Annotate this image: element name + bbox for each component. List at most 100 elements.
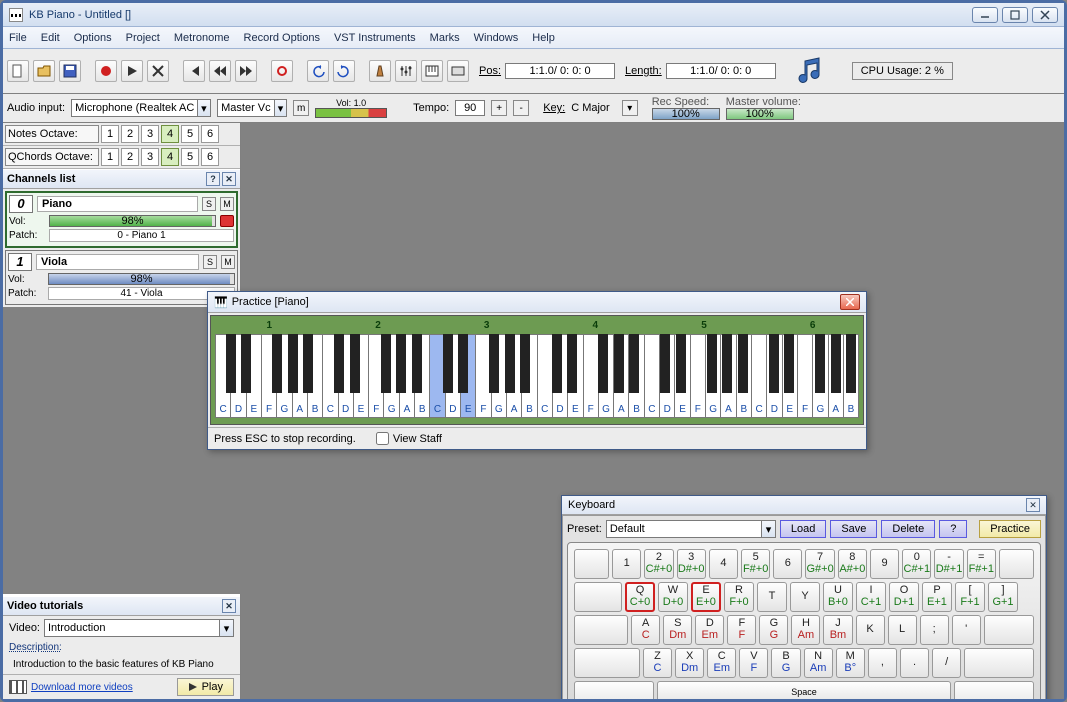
metronome-button[interactable]	[369, 60, 391, 82]
key-z[interactable]: ZC	[643, 648, 672, 678]
undo-button[interactable]	[307, 60, 329, 82]
black-key[interactable]	[458, 334, 468, 393]
play-button[interactable]	[121, 60, 143, 82]
black-key[interactable]	[350, 334, 360, 393]
white-key[interactable]: C	[537, 334, 552, 418]
key-m[interactable]: MB°	[836, 648, 865, 678]
menu-edit[interactable]: Edit	[41, 32, 60, 44]
mute-button[interactable]: M	[220, 197, 234, 211]
key-i[interactable]: IC+1	[856, 582, 886, 612]
key-0[interactable]: 0C#+1	[902, 549, 931, 579]
key-'[interactable]: '	[952, 615, 981, 645]
piano-keyboard[interactable]: CDEFGABCDEFGABCDEFGABCDEFGABCDEFGABCDEFG…	[210, 315, 864, 425]
vol-meter[interactable]	[315, 108, 387, 118]
black-key[interactable]	[598, 334, 608, 393]
black-key[interactable]	[707, 334, 717, 393]
black-key[interactable]	[272, 334, 282, 393]
key-blank[interactable]	[574, 582, 622, 612]
menu-metronome[interactable]: Metronome	[174, 32, 230, 44]
black-key[interactable]	[831, 334, 841, 393]
qchords-oct-5[interactable]: 5	[181, 148, 199, 166]
notes-oct-4[interactable]: 4	[161, 125, 179, 143]
white-key[interactable]: C	[644, 334, 659, 418]
black-key[interactable]	[815, 334, 825, 393]
channels-help-button[interactable]: ?	[206, 172, 220, 186]
key-3[interactable]: 3D#+0	[677, 549, 706, 579]
rewind-button[interactable]	[209, 60, 231, 82]
key-l[interactable]: L	[888, 615, 917, 645]
key-.[interactable]: .	[900, 648, 929, 678]
notes-oct-2[interactable]: 2	[121, 125, 139, 143]
channel-name[interactable]: Viola	[36, 254, 199, 270]
length-value[interactable]: 1:1.0/ 0: 0: 0	[666, 63, 776, 79]
key-t[interactable]: T	[757, 582, 787, 612]
record-indicator[interactable]	[220, 215, 234, 227]
black-key[interactable]	[288, 334, 298, 393]
key-6[interactable]: 6	[773, 549, 802, 579]
key-blank[interactable]	[999, 549, 1034, 579]
mixer-button[interactable]	[395, 60, 417, 82]
key-5[interactable]: 5F#+0	[741, 549, 770, 579]
m-button[interactable]: m	[293, 100, 309, 116]
key-blank[interactable]	[574, 681, 654, 699]
key-[[interactable]: [F+1	[955, 582, 985, 612]
key-space[interactable]: Space	[657, 681, 951, 699]
key-blank[interactable]	[574, 549, 609, 579]
white-key[interactable]: F	[797, 334, 812, 418]
video-select[interactable]: ▾	[44, 619, 234, 637]
key-s[interactable]: SDm	[663, 615, 692, 645]
black-key[interactable]	[520, 334, 530, 393]
qchords-oct-4[interactable]: 4	[161, 148, 179, 166]
menu-record-options[interactable]: Record Options	[244, 32, 320, 44]
key-f[interactable]: FF	[727, 615, 756, 645]
key-=[interactable]: =F#+1	[967, 549, 996, 579]
key-blank[interactable]	[574, 648, 640, 678]
qchords-oct-2[interactable]: 2	[121, 148, 139, 166]
notes-oct-5[interactable]: 5	[181, 125, 199, 143]
practice-close-button[interactable]	[840, 294, 860, 310]
black-key[interactable]	[567, 334, 577, 393]
notes-oct-6[interactable]: 6	[201, 125, 219, 143]
key-1[interactable]: 1	[612, 549, 641, 579]
master-vol-select[interactable]: ▾	[217, 99, 287, 117]
menu-vst-instruments[interactable]: VST Instruments	[334, 32, 416, 44]
key-u[interactable]: UB+0	[823, 582, 853, 612]
key-e[interactable]: EE+0	[691, 582, 721, 612]
qchords-oct-1[interactable]: 1	[101, 148, 119, 166]
pos-value[interactable]: 1:1.0/ 0: 0: 0	[505, 63, 615, 79]
redo-button[interactable]	[333, 60, 355, 82]
black-key[interactable]	[489, 334, 499, 393]
white-key[interactable]: F	[475, 334, 490, 418]
download-link[interactable]: Download more videos	[31, 682, 133, 693]
black-key[interactable]	[303, 334, 313, 393]
key-p[interactable]: PE+1	[922, 582, 952, 612]
key-w[interactable]: WD+0	[658, 582, 688, 612]
key-k[interactable]: K	[856, 615, 885, 645]
key-,[interactable]: ,	[868, 648, 897, 678]
black-key[interactable]	[660, 334, 670, 393]
key-7[interactable]: 7G#+0	[805, 549, 834, 579]
help-button[interactable]: ?	[939, 520, 967, 538]
black-key[interactable]	[241, 334, 251, 393]
load-button[interactable]: Load	[780, 520, 826, 538]
tempo-plus[interactable]: +	[491, 100, 507, 116]
channel-0[interactable]: 0PianoSM Vol:98% Patch:0 - Piano 1	[5, 191, 238, 248]
menu-file[interactable]: File	[9, 32, 27, 44]
key-][interactable]: ]G+1	[988, 582, 1018, 612]
key-q[interactable]: QC+0	[625, 582, 655, 612]
keyboard-view-button[interactable]	[447, 60, 469, 82]
black-key[interactable]	[676, 334, 686, 393]
key-blank[interactable]	[954, 681, 1034, 699]
key-blank[interactable]	[964, 648, 1034, 678]
black-key[interactable]	[443, 334, 453, 393]
key-h[interactable]: HAm	[791, 615, 820, 645]
video-close-button[interactable]: ✕	[222, 599, 236, 613]
key-n[interactable]: NAm	[804, 648, 833, 678]
fast-forward-button[interactable]	[235, 60, 257, 82]
mute-button[interactable]: M	[221, 255, 235, 269]
key-dropdown[interactable]: ▾	[622, 100, 638, 116]
key-9[interactable]: 9	[870, 549, 899, 579]
solo-button[interactable]: S	[202, 197, 216, 211]
rec-speed-bar[interactable]: 100%	[652, 108, 720, 120]
key-a[interactable]: AC	[631, 615, 660, 645]
